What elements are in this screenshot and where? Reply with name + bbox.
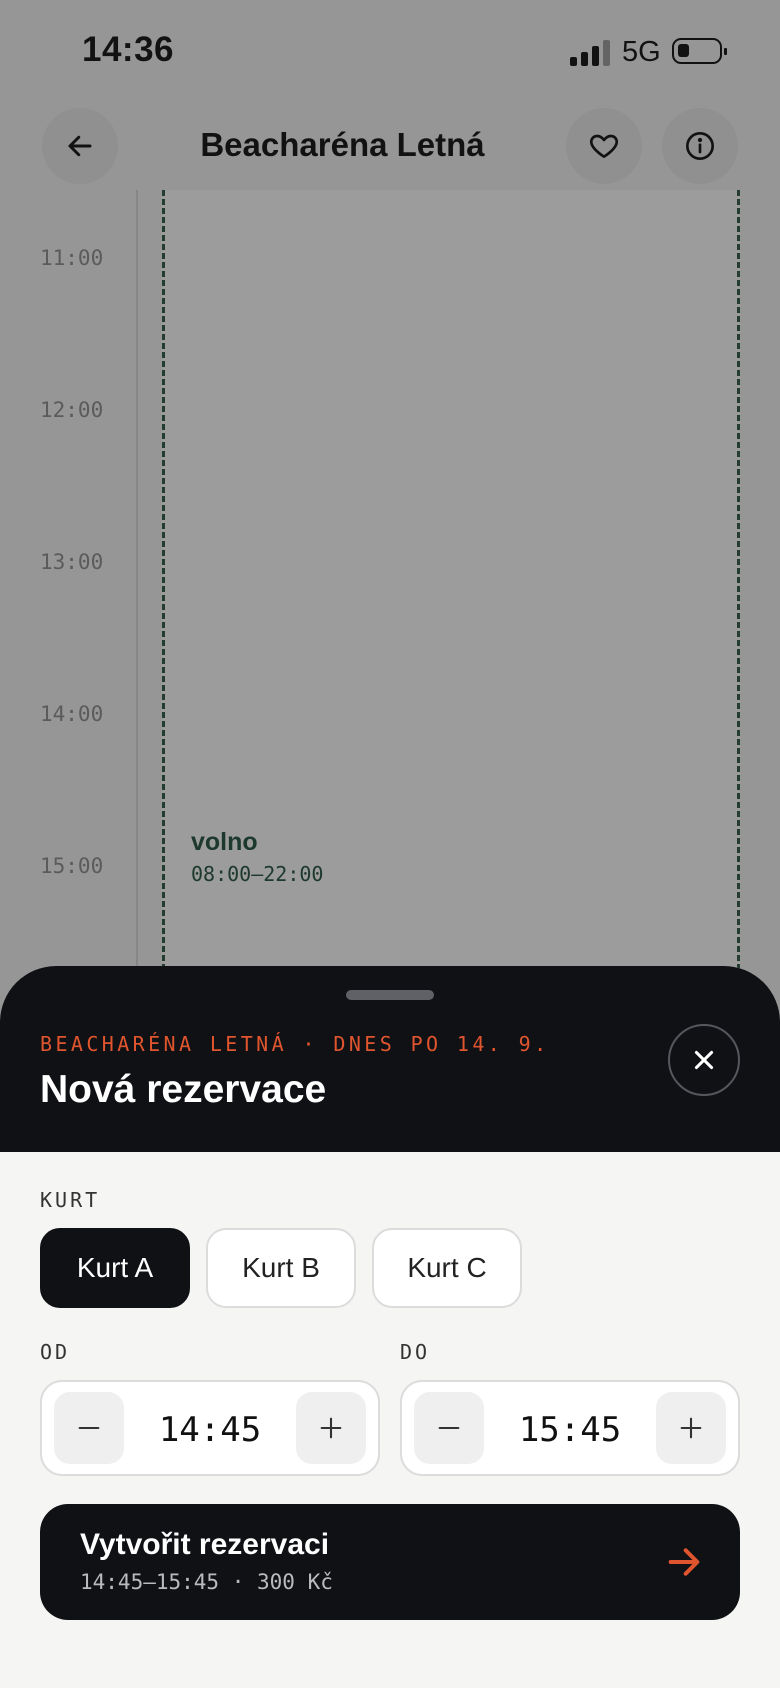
sheet-subtitle: BEACHARÉNA LETNÁ · DNES PO 14. 9.: [40, 1032, 550, 1056]
from-time-value: 14:45: [158, 1410, 262, 1450]
from-increment-button[interactable]: [296, 1392, 366, 1464]
to-time-value: 15:45: [518, 1410, 622, 1450]
close-icon: [694, 1050, 714, 1070]
plus-icon: [680, 1417, 702, 1439]
to-decrement-button[interactable]: [414, 1392, 484, 1464]
to-label: DO: [400, 1340, 431, 1364]
plus-icon: [320, 1417, 342, 1439]
minus-icon: [438, 1426, 460, 1430]
cta-summary: 14:45–15:45 · 300 Kč: [80, 1570, 333, 1594]
cta-title: Vytvořit rezervaci: [80, 1528, 330, 1561]
from-decrement-button[interactable]: [54, 1392, 124, 1464]
create-reservation-button[interactable]: Vytvořit rezervaci 14:45–15:45 · 300 Kč: [40, 1504, 740, 1620]
reservation-sheet: BEACHARÉNA LETNÁ · DNES PO 14. 9. Nová r…: [0, 966, 780, 1688]
sheet-title: Nová rezervace: [40, 1068, 327, 1111]
from-label: OD: [40, 1340, 71, 1364]
to-time-stepper: 15:45: [400, 1380, 740, 1476]
sheet-header: BEACHARÉNA LETNÁ · DNES PO 14. 9. Nová r…: [0, 966, 780, 1152]
court-chip-b[interactable]: Kurt B: [206, 1228, 356, 1308]
to-increment-button[interactable]: [656, 1392, 726, 1464]
court-label: KURT: [40, 1188, 101, 1212]
court-chip-a[interactable]: Kurt A: [40, 1228, 190, 1308]
sheet-grab-handle[interactable]: [346, 990, 434, 1000]
court-chip-c[interactable]: Kurt C: [372, 1228, 522, 1308]
from-time-stepper: 14:45: [40, 1380, 380, 1476]
close-button[interactable]: [668, 1024, 740, 1096]
arrow-right-icon: [668, 1548, 700, 1576]
minus-icon: [78, 1426, 100, 1430]
